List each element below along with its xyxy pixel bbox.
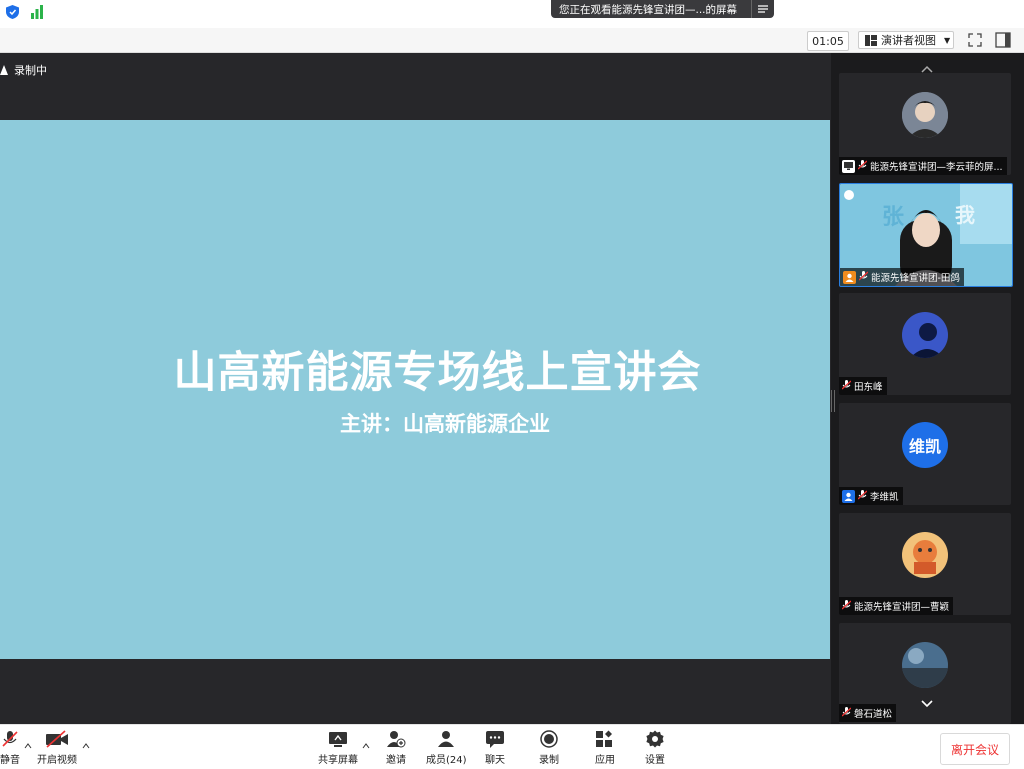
settings-label: 设置	[645, 755, 665, 766]
view-mode-button[interactable]: 演讲者视图 ▼	[858, 31, 954, 49]
avatar-initials: 维凯	[902, 422, 948, 468]
fullscreen-icon[interactable]	[966, 31, 984, 49]
user-icon	[842, 489, 855, 503]
chat-icon	[486, 731, 504, 748]
mute-label: 静音	[0, 755, 20, 766]
settings-button[interactable]: 设置	[645, 730, 665, 766]
avatar	[902, 312, 948, 358]
participant-name-bar: 磐石道松	[839, 704, 897, 722]
participant-tile[interactable]: 能源先锋宣讲团—曹颖	[839, 513, 1011, 615]
participant-name: 李维凯	[870, 492, 899, 503]
apps-icon	[596, 730, 612, 747]
mic-muted-icon	[841, 706, 852, 720]
speaker-view-icon	[865, 34, 877, 46]
menu-lines-icon[interactable]	[751, 0, 774, 18]
apps-label: 应用	[595, 755, 615, 766]
slide-title: 山高新能源专场线上宣讲会	[173, 348, 702, 398]
screen-share-banner: 您正在观看能源先锋宣讲团—...的屏幕	[551, 0, 774, 18]
participant-name: 能源先锋宣讲团—曹颖	[854, 602, 950, 613]
slide-subtitle: 主讲：山高新能源企业	[340, 412, 550, 436]
avatar	[902, 92, 948, 138]
members-label: 成员(24)	[426, 755, 467, 766]
chevron-up-icon[interactable]	[82, 743, 90, 749]
avatar	[902, 532, 948, 578]
shield-icon[interactable]	[6, 5, 19, 19]
banner-text: 您正在观看能源先锋宣讲团—...的屏幕	[559, 3, 738, 16]
participant-name-bar: 田东峰	[839, 377, 887, 395]
apps-button[interactable]: 应用	[595, 730, 615, 766]
mic-muted-icon	[841, 599, 852, 613]
add-user-icon	[387, 731, 406, 748]
chevron-down-icon[interactable]	[919, 698, 935, 710]
participant-name-bar: 能源先锋宣讲团—李云菲的屏...	[839, 157, 1007, 175]
invite-button[interactable]: 邀请	[386, 730, 406, 766]
user-icon	[843, 270, 856, 284]
participant-tile[interactable]: 维凯 李维凯	[839, 403, 1011, 505]
svg-text:张: 张	[882, 205, 905, 230]
view-mode-label: 演讲者视图	[881, 34, 936, 47]
share-screen-icon	[329, 732, 347, 747]
participant-tile[interactable]: 能源先锋宣讲团—李云菲的屏...	[839, 73, 1011, 175]
members-button[interactable]: 成员(24)	[426, 730, 467, 766]
participant-tile[interactable]: 田东峰	[839, 293, 1011, 395]
mute-button[interactable]: 静音	[0, 730, 20, 766]
share-screen-button[interactable]: 共享屏幕	[318, 730, 358, 766]
svg-text:我: 我	[955, 203, 975, 227]
participant-name-bar: 能源先锋宣讲团—曹颖	[839, 597, 954, 615]
record-button[interactable]: 录制	[539, 730, 559, 766]
mic-muted-icon	[857, 159, 868, 173]
chevron-up-icon[interactable]	[24, 743, 32, 749]
participant-name: 能源先锋宣讲团—李云菲的屏...	[870, 162, 1003, 173]
invite-label: 邀请	[386, 755, 406, 766]
record-label: 录制	[539, 755, 559, 766]
leave-meeting-button[interactable]: 离开会议	[940, 733, 1010, 765]
recording-indicator: 录制中	[0, 62, 47, 78]
video-off-icon	[46, 730, 68, 748]
signal-icon[interactable]	[30, 5, 44, 19]
bottom-control-bar	[0, 724, 1024, 769]
mic-muted-icon	[858, 270, 869, 284]
recording-icon	[0, 65, 8, 75]
mic-muted-icon	[841, 379, 852, 393]
chevron-down-icon: ▼	[944, 35, 951, 45]
participant-tile-active[interactable]: 张 我 能源先锋宣讲团-田鸽	[839, 183, 1013, 287]
participant-name: 田东峰	[854, 382, 883, 393]
avatar	[902, 642, 948, 688]
chevron-up-icon[interactable]	[362, 743, 370, 749]
chat-button[interactable]: 聊天	[485, 730, 505, 766]
members-icon	[438, 731, 455, 747]
mic-muted-icon	[857, 489, 868, 503]
gear-icon	[646, 730, 664, 748]
start-video-button[interactable]: 开启视频	[37, 730, 77, 766]
participant-name: 能源先锋宣讲团-田鸽	[871, 273, 960, 284]
record-icon	[540, 730, 558, 748]
recording-label: 录制中	[14, 64, 47, 77]
start-video-label: 开启视频	[37, 755, 77, 766]
meeting-timer: 01:05	[807, 31, 849, 51]
screen-share-icon	[842, 159, 855, 173]
participant-name-bar: 能源先锋宣讲团-田鸽	[840, 268, 964, 286]
share-screen-label: 共享屏幕	[318, 755, 358, 766]
participant-name-bar: 李维凯	[839, 487, 903, 505]
resize-handle[interactable]	[831, 390, 835, 412]
participant-name: 磐石道松	[854, 709, 893, 720]
chat-label: 聊天	[485, 755, 505, 766]
mic-muted-icon	[2, 731, 18, 747]
sidebar-toggle-icon[interactable]	[994, 31, 1012, 49]
